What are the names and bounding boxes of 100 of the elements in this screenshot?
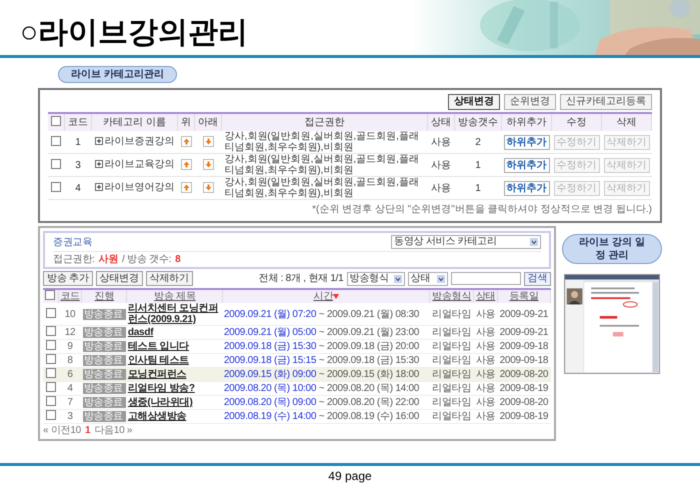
- down-arrow-icon[interactable]: [202, 182, 214, 194]
- table-cell: 리얼타임: [430, 396, 474, 410]
- status-badge: 방송종료: [82, 308, 126, 320]
- start-time-link[interactable]: 2009.09.18 (금) 15:30: [224, 341, 316, 352]
- checkbox[interactable]: [51, 158, 62, 168]
- column-header[interactable]: 등록일: [509, 291, 539, 302]
- title-link[interactable]: 모닝컨퍼런스: [128, 369, 186, 380]
- start-time-link[interactable]: 2009.09.21 (월) 07:20: [224, 308, 316, 320]
- table-cell: 7: [58, 396, 82, 410]
- table-cell: 1: [454, 154, 502, 176]
- category-name[interactable]: 라이브교육강의: [104, 158, 174, 170]
- checkbox[interactable]: [46, 354, 56, 364]
- search-button[interactable]: 검색: [524, 272, 551, 286]
- title-link[interactable]: 고해상생방송: [128, 411, 186, 422]
- previous-link[interactable]: « 이전10: [43, 425, 81, 436]
- table-cell[interactable]: [43, 340, 58, 354]
- page-link[interactable]: 1: [84, 425, 90, 436]
- table-cell: 사용: [428, 131, 454, 154]
- expand-icon[interactable]: [94, 137, 102, 146]
- table-cell: 2: [454, 131, 502, 154]
- table-cell: 2009-08-19: [497, 382, 550, 396]
- table-cell: 사용: [474, 303, 498, 326]
- table-cell: 2009-09-21: [497, 326, 550, 340]
- table-cell[interactable]: [43, 382, 58, 396]
- checkbox[interactable]: [51, 116, 61, 126]
- title-link[interactable]: 생중(나라위대): [128, 397, 193, 408]
- next-link[interactable]: 다음10 »: [94, 425, 132, 436]
- access-label: 접근권한:: [53, 254, 95, 265]
- table-cell: 6: [58, 368, 82, 382]
- status-badge: 방송종료: [82, 327, 126, 338]
- up-arrow-icon[interactable]: [180, 159, 192, 170]
- table-cell: 4: [58, 382, 82, 396]
- column-header[interactable]: 시간: [314, 291, 334, 302]
- title-link[interactable]: 리얼타임 방송?: [128, 383, 195, 394]
- access-value: 사원: [98, 254, 118, 265]
- checkbox[interactable]: [46, 396, 56, 406]
- table-cell: 3: [64, 154, 92, 176]
- start-time-link[interactable]: 2009.08.20 (목) 09:00: [224, 397, 316, 408]
- up-arrow-icon[interactable]: [180, 182, 192, 194]
- end-time-text: ~ 2009.08.20 (목) 14:00: [318, 383, 420, 394]
- table-cell[interactable]: [43, 303, 58, 326]
- checkbox[interactable]: [51, 182, 62, 192]
- start-time-link[interactable]: 2009.09.15 (화) 09:00: [224, 369, 316, 380]
- status-select[interactable]: 상태: [408, 272, 448, 286]
- category-name[interactable]: 라이브증권강의: [104, 136, 174, 147]
- toolbar-button[interactable]: 순위변경: [504, 94, 556, 110]
- column-header: 하위추가: [502, 113, 552, 131]
- up-arrow-icon[interactable]: [180, 136, 192, 148]
- column-header[interactable]: 진행: [94, 291, 114, 302]
- start-time-link[interactable]: 2009.09.18 (금) 15:15: [224, 355, 316, 366]
- table-cell[interactable]: [43, 410, 58, 424]
- category-select[interactable]: 동영상 서비스 카테고리: [391, 235, 541, 249]
- table-cell: 2009-08-20: [497, 396, 550, 410]
- title-link[interactable]: 인사팀 테스트: [128, 355, 189, 366]
- start-time-link[interactable]: 2009.08.19 (수) 14:00: [224, 411, 316, 422]
- table-cell: 2009-09-18: [497, 354, 550, 368]
- dropdown-icon: [530, 238, 538, 246]
- toolbar-button[interactable]: 신규카테고리등록: [560, 94, 652, 110]
- expand-icon[interactable]: [94, 183, 102, 192]
- title-link[interactable]: dasdf: [128, 327, 154, 338]
- column-header[interactable]: 방송 제목: [154, 291, 196, 302]
- toolbar-button[interactable]: 상태변경: [96, 271, 143, 286]
- start-time-link[interactable]: 2009.08.20 (목) 10:00: [224, 383, 316, 394]
- table-cell: 1: [454, 176, 502, 200]
- title-link[interactable]: 테스트 입니다: [128, 341, 189, 352]
- toolbar-button[interactable]: 삭제하기: [146, 271, 193, 286]
- end-time-text: ~ 2009.08.19 (수) 16:00: [318, 411, 420, 422]
- search-field[interactable]: [450, 272, 520, 285]
- end-time-text: ~ 2009.09.18 (금) 20:00: [318, 341, 420, 352]
- checkbox[interactable]: [46, 368, 56, 378]
- checkbox[interactable]: [46, 382, 56, 392]
- checkbox[interactable]: [46, 308, 56, 318]
- format-select[interactable]: 방송형식: [346, 272, 404, 286]
- start-time-link[interactable]: 2009.09.21 (월) 05:00: [224, 327, 316, 338]
- down-arrow-icon[interactable]: [202, 136, 214, 148]
- section-heading: 라이브 카테고리관리: [58, 66, 177, 83]
- checkbox[interactable]: [46, 340, 56, 350]
- category-name[interactable]: 라이브영어강의: [104, 182, 174, 193]
- checkbox[interactable]: [46, 326, 56, 336]
- table-cell[interactable]: [43, 354, 58, 368]
- checkbox[interactable]: [45, 290, 56, 300]
- table-cell: 리얼타임: [430, 410, 474, 424]
- column-header[interactable]: 상태: [476, 291, 496, 302]
- table-cell: 리얼타임: [430, 368, 474, 382]
- column-header[interactable]: 코드: [60, 291, 80, 302]
- table-cell[interactable]: [43, 396, 58, 410]
- action-button[interactable]: 하위추가: [504, 180, 550, 196]
- expand-icon[interactable]: [94, 160, 102, 168]
- column-header[interactable]: 방송형식: [432, 291, 472, 302]
- down-arrow-icon[interactable]: [202, 159, 214, 170]
- end-time-text: ~ 2009.09.15 (화) 18:00: [318, 369, 420, 380]
- table-cell[interactable]: [43, 326, 58, 340]
- checkbox[interactable]: [46, 410, 56, 420]
- action-button[interactable]: 하위추가: [504, 134, 550, 150]
- toolbar-button[interactable]: 상태변경: [448, 94, 500, 110]
- toolbar-button[interactable]: 방송 추가: [43, 271, 93, 286]
- action-button[interactable]: 하위추가: [504, 158, 550, 172]
- title-link[interactable]: 리서치센터 모닝컨퍼런스(2009.9.21): [128, 303, 222, 325]
- table-cell[interactable]: [43, 368, 58, 382]
- checkbox[interactable]: [51, 136, 62, 146]
